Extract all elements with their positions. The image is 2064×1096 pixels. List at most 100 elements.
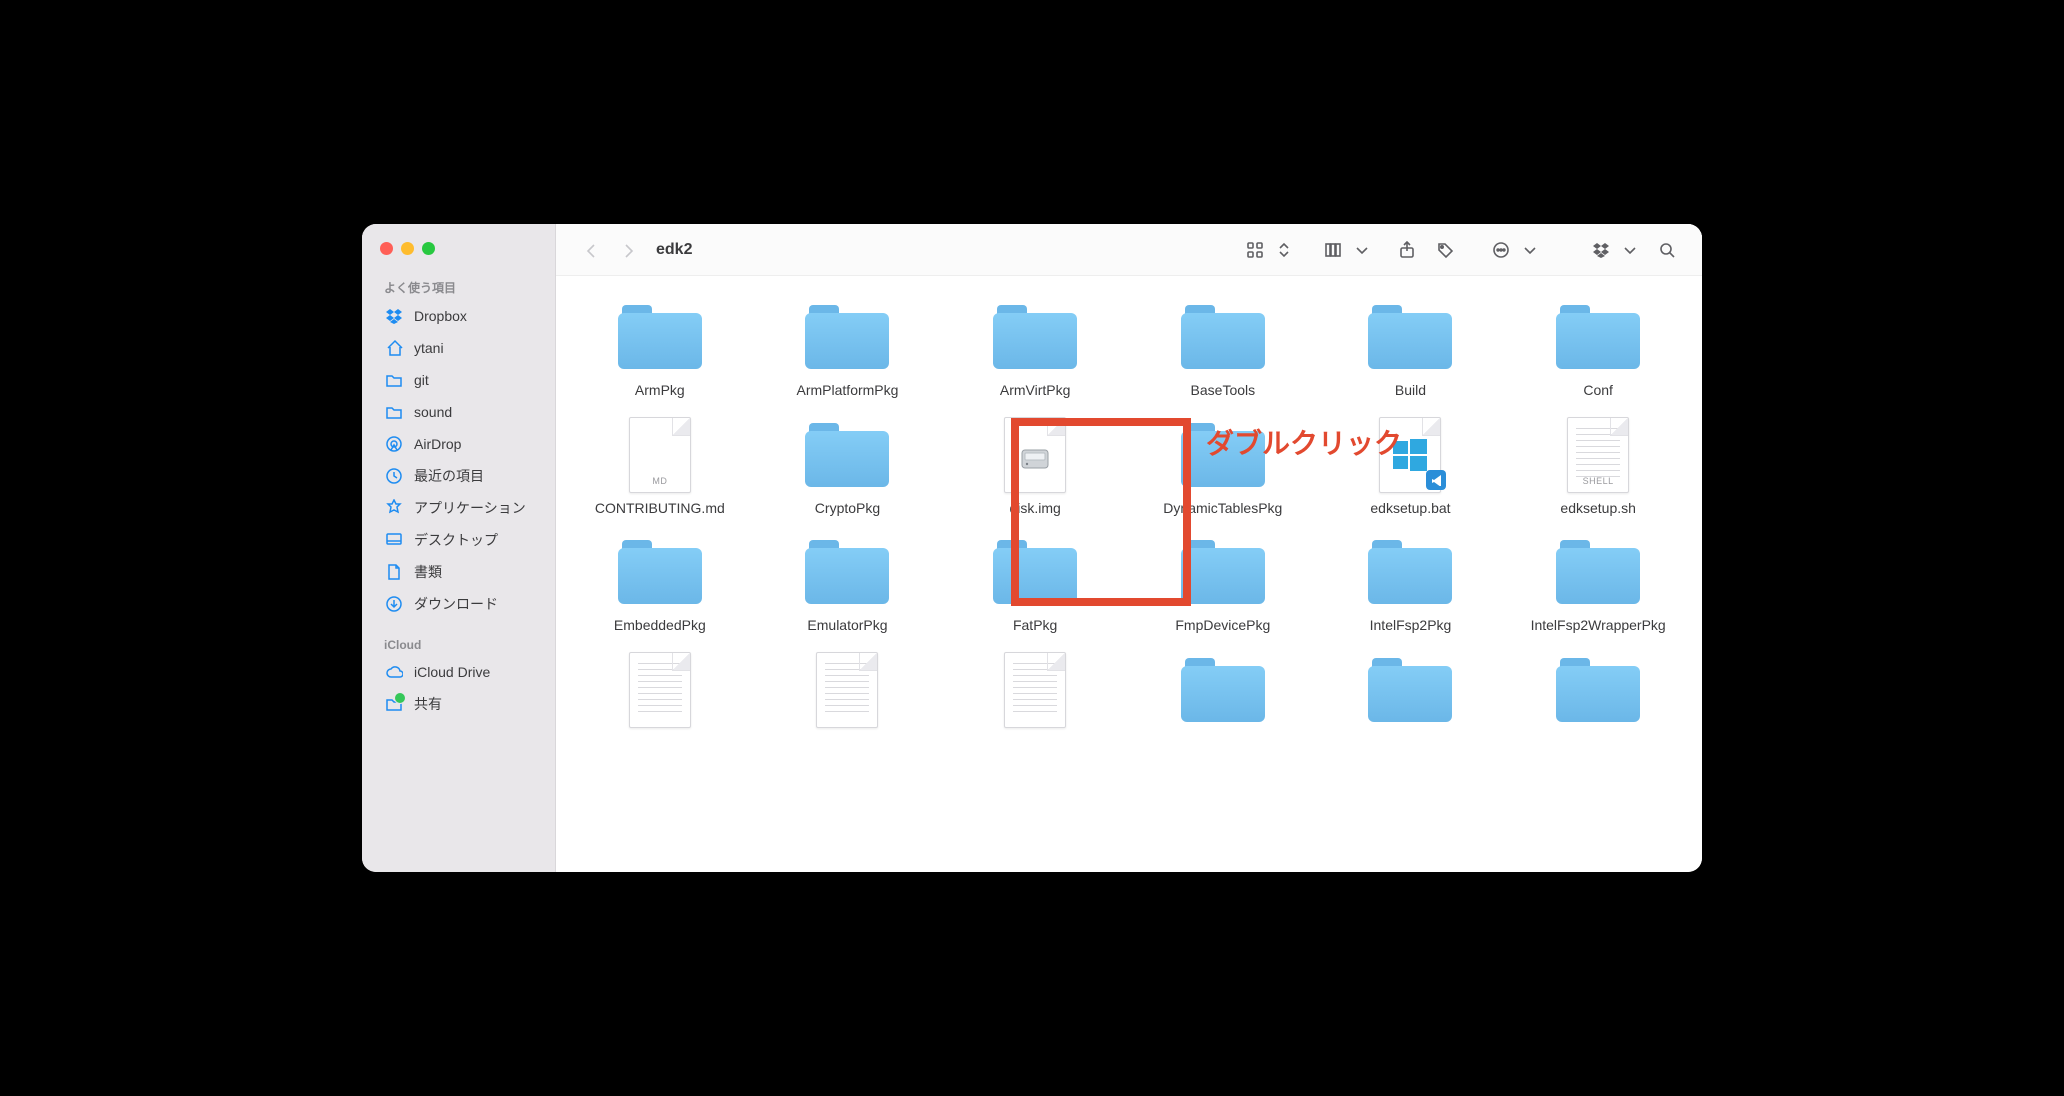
folder-icon xyxy=(1553,533,1643,611)
file-item[interactable]: Conf xyxy=(1505,298,1691,400)
file-label: IntelFsp2WrapperPkg xyxy=(1531,617,1666,635)
forward-button[interactable] xyxy=(612,235,646,265)
file-label: IntelFsp2Pkg xyxy=(1370,617,1452,635)
back-button[interactable] xyxy=(574,235,608,265)
sidebar-item-label: iCloud Drive xyxy=(414,664,490,680)
sidebar-item-sound[interactable]: sound xyxy=(362,396,555,428)
file-item[interactable] xyxy=(567,651,753,735)
sidebar-item-dropbox[interactable]: Dropbox xyxy=(362,300,555,332)
file-item[interactable]: EmulatorPkg xyxy=(754,533,940,635)
file-item[interactable]: ArmVirtPkg xyxy=(942,298,1128,400)
file-item[interactable]: SHELLedksetup.sh xyxy=(1505,416,1691,518)
sidebar-item-recents[interactable]: 最近の項目 xyxy=(362,460,555,492)
file-label: ArmVirtPkg xyxy=(1000,382,1071,400)
file-label: FmpDevicePkg xyxy=(1175,617,1270,635)
sidebar-item-label: Dropbox xyxy=(414,308,467,324)
file-item[interactable]: FmpDevicePkg xyxy=(1130,533,1316,635)
close-button[interactable] xyxy=(380,242,393,255)
sidebar-item-label: 共有 xyxy=(414,694,442,714)
tags-button[interactable] xyxy=(1428,235,1462,265)
sidebar-item-airdrop[interactable]: AirDrop xyxy=(362,428,555,460)
search-button[interactable] xyxy=(1650,235,1684,265)
dropbox-chevron[interactable] xyxy=(1620,235,1640,265)
folder-icon xyxy=(990,298,1080,376)
file-item[interactable]: Build xyxy=(1317,298,1503,400)
sidebar-item-home[interactable]: ytani xyxy=(362,332,555,364)
file-item[interactable]: ArmPkg xyxy=(567,298,753,400)
file-item[interactable]: MD CONTRIBUTING.md xyxy=(567,416,753,518)
folder-icon xyxy=(1553,298,1643,376)
minimize-button[interactable] xyxy=(401,242,414,255)
sidebar-item-label: git xyxy=(414,372,429,388)
file-item[interactable] xyxy=(1317,651,1503,735)
file-label: ArmPkg xyxy=(635,382,685,400)
file-icon xyxy=(990,651,1080,729)
actions-button[interactable] xyxy=(1484,235,1518,265)
file-label: DynamicTablesPkg xyxy=(1163,500,1282,518)
file-item[interactable]: CryptoPkg xyxy=(754,416,940,518)
file-label: Conf xyxy=(1583,382,1613,400)
sidebar-item-desktop[interactable]: デスクトップ xyxy=(362,524,555,556)
file-item[interactable] xyxy=(1130,651,1316,735)
file-label: BaseTools xyxy=(1191,382,1256,400)
folder-icon xyxy=(615,533,705,611)
file-item[interactable]: disk.img xyxy=(942,416,1128,518)
file-item[interactable]: ArmPlatformPkg xyxy=(754,298,940,400)
sidebar-item-documents[interactable]: 書類 xyxy=(362,556,555,588)
sidebar-item-label: 書類 xyxy=(414,562,442,582)
file-item[interactable]: DynamicTablesPkg xyxy=(1130,416,1316,518)
desktop-icon xyxy=(384,530,404,550)
file-item[interactable]: IntelFsp2WrapperPkg xyxy=(1505,533,1691,635)
main-pane: edk2 ArmPkgArmPlatformPkgAr xyxy=(556,224,1702,872)
file-item[interactable]: IntelFsp2Pkg xyxy=(1317,533,1503,635)
sidebar-item-applications[interactable]: アプリケーション xyxy=(362,492,555,524)
view-icons-button[interactable] xyxy=(1238,235,1272,265)
share-button[interactable] xyxy=(1390,235,1424,265)
window-controls xyxy=(362,238,555,273)
file-label: FatPkg xyxy=(1013,617,1057,635)
sidebar-item-downloads[interactable]: ダウンロード xyxy=(362,588,555,620)
dropbox-toolbar-button[interactable] xyxy=(1584,235,1618,265)
window-title: edk2 xyxy=(656,241,692,259)
file-item[interactable] xyxy=(1505,651,1691,735)
file-label: EmbeddedPkg xyxy=(614,617,706,635)
file-label: CONTRIBUTING.md xyxy=(595,500,725,518)
toolbar: edk2 xyxy=(556,224,1702,276)
view-sort-button[interactable] xyxy=(1274,235,1294,265)
folder-icon xyxy=(384,402,404,422)
file-label: edksetup.bat xyxy=(1370,500,1450,518)
file-label: ArmPlatformPkg xyxy=(797,382,899,400)
sidebar-item-label: アプリケーション xyxy=(414,498,526,518)
sidebar-item-icloud-drive[interactable]: iCloud Drive xyxy=(362,656,555,688)
file-item[interactable]: BaseTools xyxy=(1130,298,1316,400)
sidebar-item-shared[interactable]: 共有 xyxy=(362,688,555,720)
airdrop-icon xyxy=(384,434,404,454)
folder-icon xyxy=(1178,416,1268,494)
file-item[interactable]: EmbeddedPkg xyxy=(567,533,753,635)
fullscreen-button[interactable] xyxy=(422,242,435,255)
file-item[interactable] xyxy=(942,651,1128,735)
file-item[interactable] xyxy=(754,651,940,735)
file-item[interactable]: FatPkg xyxy=(942,533,1128,635)
folder-icon xyxy=(384,370,404,390)
folder-icon xyxy=(1553,651,1643,729)
folder-icon xyxy=(1178,533,1268,611)
sidebar-section-favorites: よく使う項目 xyxy=(362,273,555,300)
folder-icon xyxy=(615,298,705,376)
dropbox-icon xyxy=(384,306,404,326)
file-icon: MD xyxy=(615,416,705,494)
group-by-button[interactable] xyxy=(1316,235,1350,265)
actions-chevron[interactable] xyxy=(1520,235,1540,265)
sidebar-item-git[interactable]: git xyxy=(362,364,555,396)
sidebar-item-label: ダウンロード xyxy=(414,594,498,614)
file-label: CryptoPkg xyxy=(815,500,880,518)
home-icon xyxy=(384,338,404,358)
file-item[interactable]: edksetup.bat xyxy=(1317,416,1503,518)
sidebar-item-label: ytani xyxy=(414,340,444,356)
file-icon xyxy=(615,651,705,729)
apps-icon xyxy=(384,498,404,518)
group-by-chevron[interactable] xyxy=(1352,235,1372,265)
shared-folder-icon xyxy=(384,694,404,714)
file-label: edksetup.sh xyxy=(1560,500,1636,518)
sidebar-item-label: 最近の項目 xyxy=(414,466,484,486)
